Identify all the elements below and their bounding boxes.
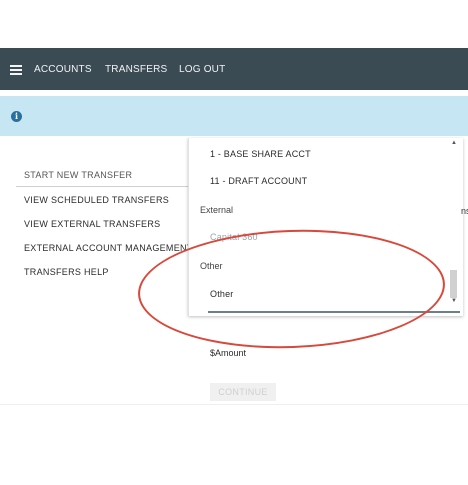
dropdown-group-external: External xyxy=(200,205,234,215)
sidebar-item-external-account-management[interactable]: EXTERNAL ACCOUNT MANAGEMENT xyxy=(24,243,193,253)
sidebar-divider xyxy=(16,186,190,187)
bottom-divider xyxy=(0,404,468,405)
nav-accounts-link[interactable]: ACCOUNTS xyxy=(34,64,92,75)
info-banner xyxy=(0,96,468,136)
info-icon: i xyxy=(11,111,22,122)
scroll-down-arrow-icon[interactable]: ▼ xyxy=(451,298,457,304)
dropdown-scrollbar-thumb[interactable] xyxy=(450,270,457,298)
amount-label: $Amount xyxy=(210,348,247,358)
sidebar-item-start-new-transfer[interactable]: START NEW TRANSFER xyxy=(24,170,132,180)
sidebar-item-view-scheduled-transfers[interactable]: VIEW SCHEDULED TRANSFERS xyxy=(24,195,169,205)
sidebar-item-transfers-help[interactable]: TRANSFERS HELP xyxy=(24,267,109,277)
scroll-up-arrow-icon[interactable]: ▲ xyxy=(451,140,457,146)
hamburger-menu-icon[interactable] xyxy=(10,65,22,75)
nav-logout-link[interactable]: LOG OUT xyxy=(179,64,225,75)
top-whitespace xyxy=(0,0,468,48)
continue-button[interactable]: CONTINUE xyxy=(210,383,276,401)
sidebar-item-view-external-transfers[interactable]: VIEW EXTERNAL TRANSFERS xyxy=(24,219,160,229)
nav-transfers-link[interactable]: TRANSFERS xyxy=(105,64,167,75)
dropdown-option-base-share-acct[interactable]: 1 - BASE SHARE ACCT xyxy=(210,149,311,159)
clipped-right-text: ns xyxy=(461,206,468,216)
page: ACCOUNTS TRANSFERS LOG OUT i START NEW T… xyxy=(0,0,468,485)
dropdown-option-draft-account[interactable]: 11 - DRAFT ACCOUNT xyxy=(210,176,307,186)
